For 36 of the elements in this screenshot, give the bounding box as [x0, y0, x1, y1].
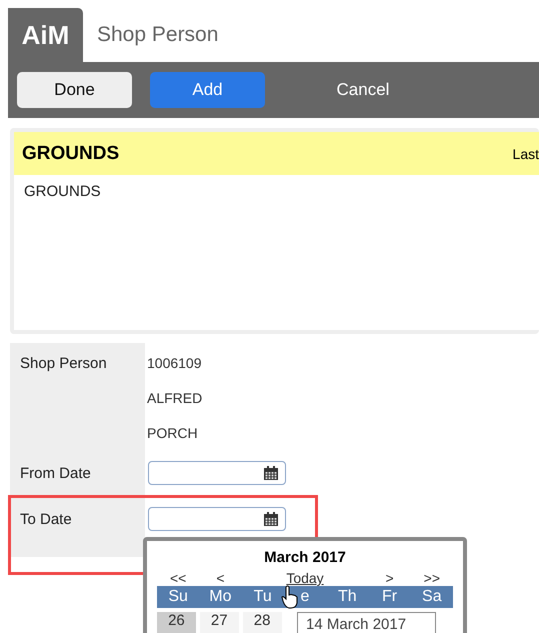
day-cell[interactable]: 27 — [200, 612, 239, 633]
field-label: To Date — [10, 499, 145, 557]
calendar-icon[interactable] — [263, 512, 279, 526]
add-button[interactable]: Add — [150, 72, 265, 108]
cancel-button[interactable]: Cancel — [283, 72, 443, 108]
header-label: Last — [512, 146, 539, 162]
nav-link[interactable]: << — [157, 570, 200, 586]
record-heading: GROUNDS — [22, 142, 120, 164]
weekday-label: Tu — [254, 588, 272, 606]
calendar-icon[interactable] — [263, 466, 279, 480]
today-link[interactable]: Today — [242, 570, 368, 586]
field-value: PORCH — [147, 425, 199, 441]
day-cell[interactable]: 28 — [242, 612, 282, 633]
weekday-label: Su — [168, 588, 188, 606]
calendar-month: March 2017 — [263, 549, 347, 566]
date-input[interactable] — [148, 461, 286, 485]
nav-link[interactable]: < — [199, 570, 242, 586]
date-input[interactable] — [148, 507, 286, 531]
weekday-label: Th — [338, 588, 357, 606]
date-tooltip: 14 March 2017 — [297, 612, 436, 633]
hand-cursor-icon — [281, 585, 299, 609]
weekday-label: Sa — [422, 588, 442, 606]
record-description: GROUNDS — [23, 182, 102, 202]
field-label: From Date — [10, 453, 145, 499]
weekday-label: Fr — [382, 588, 398, 606]
weekday-label: e — [300, 588, 310, 606]
done-button[interactable]: Done — [17, 72, 132, 108]
weekday-label: Mo — [209, 588, 232, 606]
day-cell[interactable]: 26 — [157, 612, 196, 633]
field-value: ALFRED — [147, 390, 202, 406]
field-value: 1006109 — [147, 355, 202, 371]
page-title: Shop Person — [96, 22, 218, 48]
nav-link[interactable]: >> — [410, 570, 453, 586]
field-label: Shop Person — [10, 343, 145, 453]
app-logo: AiM — [8, 8, 83, 62]
nav-link[interactable]: > — [368, 570, 411, 586]
